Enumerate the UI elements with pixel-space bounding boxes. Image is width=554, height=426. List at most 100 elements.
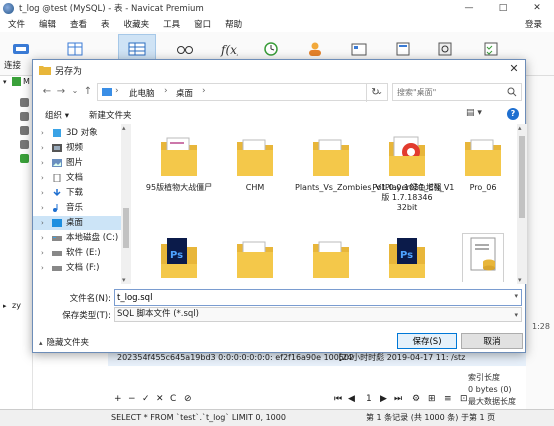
chevron-down-icon[interactable]: ▾ [514, 292, 518, 300]
minimize-button[interactable]: — [452, 0, 486, 16]
next-page-button[interactable]: ▶ [380, 394, 387, 404]
list-item[interactable]: 95版植物大战僵尸 [143, 128, 215, 220]
breadcrumb-desktop[interactable]: 桌面 [176, 87, 193, 99]
menu-file[interactable]: 文件 [8, 18, 25, 30]
sidebar-item-3d-objects[interactable]: › 3D 对象 [33, 126, 121, 140]
menu-edit[interactable]: 编辑 [39, 18, 56, 30]
database-icon[interactable] [20, 140, 29, 149]
first-page-button[interactable]: ⏮ [334, 394, 342, 404]
refresh-grid-button[interactable]: C [170, 394, 176, 404]
form-view-icon[interactable]: ≡ [444, 394, 452, 404]
list-item[interactable]: Ps [143, 230, 215, 282]
menu-tools[interactable]: 工具 [163, 18, 180, 30]
back-button[interactable]: ← [41, 86, 53, 97]
chevron-right-icon[interactable]: › [41, 231, 44, 245]
file-list-scrollbar[interactable]: ▴ ▾ [517, 124, 527, 284]
sidebar-item-videos[interactable]: › 视频 [33, 141, 121, 155]
new-folder-button[interactable]: 新建文件夹 [89, 109, 132, 121]
up-button[interactable]: ↑ [82, 86, 94, 97]
sidebar-item-pictures[interactable]: › 图片 [33, 156, 121, 170]
scroll-up-icon[interactable]: ▴ [122, 124, 126, 132]
chevron-right-icon[interactable]: › [164, 86, 168, 96]
list-item[interactable] [295, 230, 367, 282]
chevron-right-icon[interactable]: › [115, 86, 119, 96]
recent-locations-button[interactable]: ⌄ [69, 86, 81, 95]
apply-button[interactable]: ✓ [142, 394, 150, 404]
menu-help[interactable]: 帮助 [225, 18, 242, 30]
menu-view[interactable]: 查看 [70, 18, 87, 30]
tree-collapse-icon[interactable]: ▾ [3, 78, 7, 86]
menu-window[interactable]: 窗口 [194, 18, 211, 30]
settings-gear-icon[interactable]: ⚙ [412, 394, 420, 404]
chevron-right-icon[interactable]: › [41, 261, 44, 275]
filetype-select[interactable]: SQL 脚本文件 (*.sql) ▾ [114, 307, 522, 322]
menu-favorites[interactable]: 收藏夹 [124, 18, 150, 30]
chevron-right-icon[interactable]: › [41, 126, 44, 140]
menu-table[interactable]: 表 [101, 18, 110, 30]
sidebar-item-desktop[interactable]: › 桌面 [33, 216, 121, 230]
sidebar-item-drive-f[interactable]: › 文档 (F:) [33, 261, 121, 275]
chevron-right-icon[interactable]: › [41, 186, 44, 200]
search-input[interactable] [393, 84, 505, 100]
chevron-right-icon[interactable]: › [41, 246, 44, 260]
database-icon[interactable] [20, 112, 29, 121]
filename-field[interactable]: ▾ [114, 289, 522, 306]
text-view-icon[interactable]: ⊡ [460, 394, 468, 404]
database-icon[interactable] [20, 154, 29, 163]
last-page-button[interactable]: ⏭ [394, 394, 402, 404]
add-record-button[interactable]: + [114, 394, 122, 404]
close-window-button[interactable]: ✕ [520, 0, 554, 16]
address-bar[interactable]: › 此电脑 › 桌面 › ⌄ [97, 83, 388, 101]
save-button[interactable]: 保存(S) [397, 333, 457, 349]
chevron-right-icon[interactable]: › [41, 141, 44, 155]
list-item[interactable]: PotPlayer绿色增强版 1.7.18346 32bit [371, 128, 443, 220]
forward-button[interactable]: → [55, 86, 67, 97]
list-item[interactable]: Pro_06 [447, 128, 515, 220]
help-icon[interactable]: ? [507, 108, 519, 120]
list-item[interactable]: CHM [219, 128, 291, 220]
tree-zy-label[interactable]: zy [12, 301, 21, 310]
breadcrumb-this-pc[interactable]: 此电脑 [129, 87, 155, 99]
database-icon[interactable] [20, 126, 29, 135]
prev-page-button[interactable]: ◀ [348, 394, 355, 404]
login-button[interactable]: 登录 [525, 18, 542, 30]
list-item[interactable]: Plants_Vs_Zombies_V1.0.0.1051_CN_V1 [295, 128, 454, 220]
scroll-down-icon[interactable]: ▾ [122, 276, 126, 284]
grid-view-icon[interactable]: ⊞ [428, 394, 436, 404]
sidebar-item-music[interactable]: › 音乐 [33, 201, 121, 215]
search-box[interactable] [392, 83, 522, 101]
page-number[interactable]: 1 [366, 394, 372, 404]
chevron-right-icon[interactable]: › [41, 156, 44, 170]
scroll-up-icon[interactable]: ▴ [518, 124, 522, 132]
database-icon[interactable] [20, 98, 29, 107]
hide-folders-toggle[interactable]: ▴ 隐藏文件夹 [39, 336, 89, 348]
chevron-right-icon[interactable]: › [41, 171, 44, 185]
dialog-close-button[interactable]: ✕ [507, 62, 521, 76]
scroll-thumb[interactable] [519, 136, 525, 218]
scroll-down-icon[interactable]: ▾ [518, 276, 522, 284]
chevron-right-icon[interactable]: › [202, 86, 206, 96]
discard-button[interactable]: ✕ [156, 394, 164, 404]
list-item[interactable]: Ps [371, 230, 443, 282]
cancel-button[interactable]: 取消 [461, 333, 523, 349]
refresh-button[interactable]: ↻ [366, 84, 384, 102]
list-item[interactable] [447, 230, 515, 282]
sidebar-item-drive-c[interactable]: › 本地磁盘 (C:) [33, 231, 121, 245]
filename-input[interactable] [115, 290, 495, 305]
organize-button[interactable]: 组织 ▾ [45, 109, 69, 121]
tree-zy-expander[interactable]: ▸ [3, 302, 7, 310]
stop-button[interactable]: ⊘ [184, 394, 192, 404]
view-options-button[interactable]: ▤ ▾ [466, 108, 482, 118]
chevron-right-icon[interactable]: › [41, 201, 44, 215]
chevron-right-icon[interactable]: › [41, 216, 44, 230]
sidebar-item-documents[interactable]: › 文档 [33, 171, 121, 185]
delete-record-button[interactable]: − [128, 394, 136, 404]
sidebar-item-downloads[interactable]: › 下载 [33, 186, 121, 200]
navigation-scrollbar[interactable]: ▴ ▾ [121, 124, 131, 284]
chevron-down-icon[interactable]: ▾ [514, 309, 518, 322]
tree-connection-label[interactable]: M [23, 77, 30, 86]
maximize-button[interactable]: □ [486, 0, 520, 16]
scroll-thumb[interactable] [123, 208, 129, 248]
sidebar-item-drive-e[interactable]: › 软件 (E:) [33, 246, 121, 260]
list-item[interactable] [219, 230, 291, 282]
